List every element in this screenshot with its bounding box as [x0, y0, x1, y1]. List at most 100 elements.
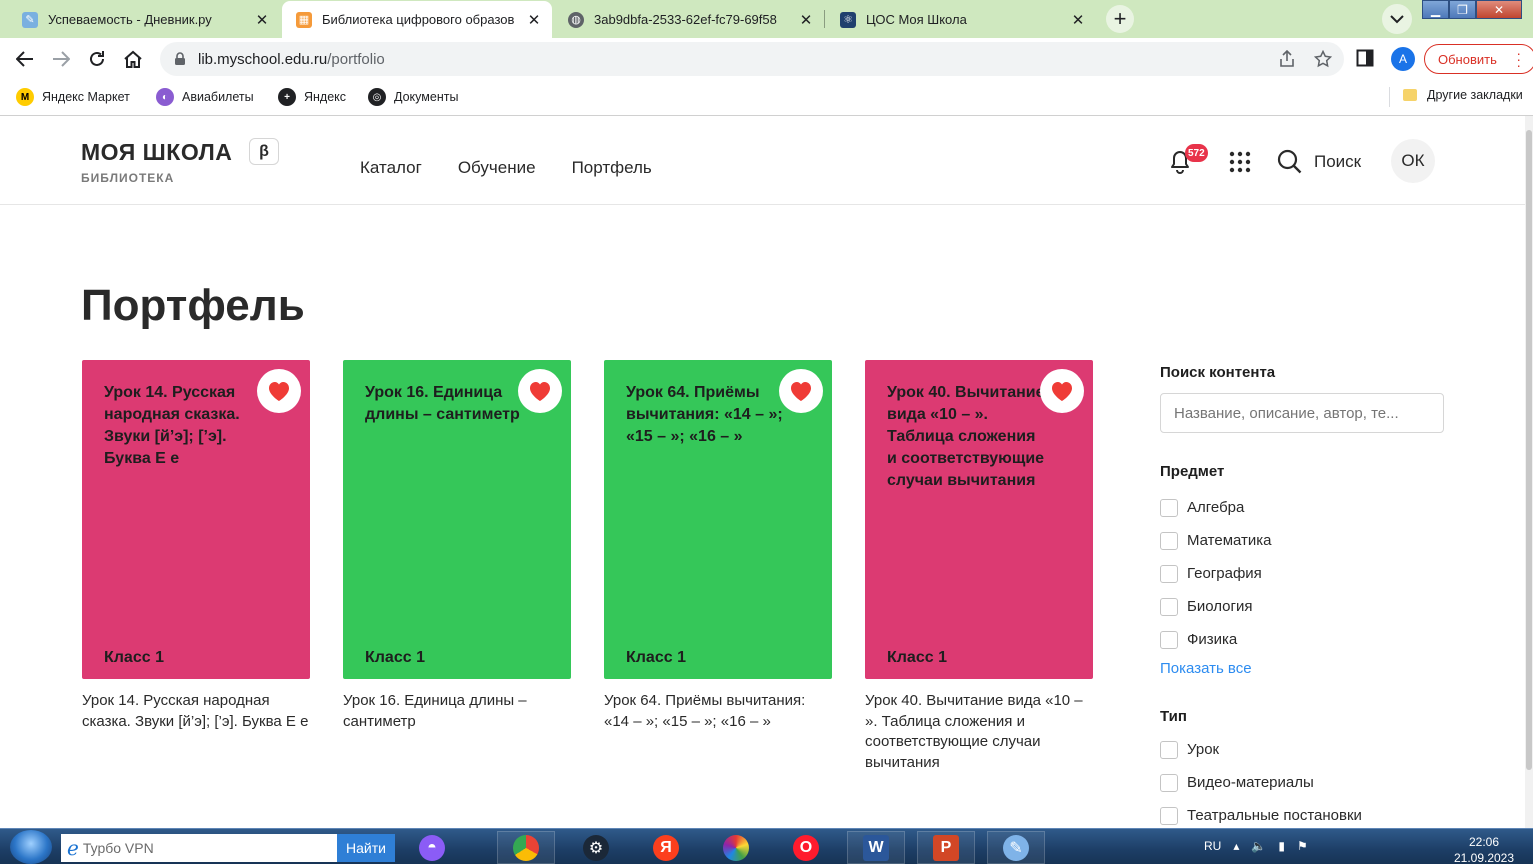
more-vert-icon[interactable]: · · · — [1516, 46, 1521, 72]
taskbar-yandex[interactable]: Я — [637, 831, 695, 864]
checkbox[interactable] — [1160, 564, 1178, 583]
new-tab-button[interactable]: + — [1106, 5, 1134, 33]
type-checkbox-lesson[interactable]: Урок — [1160, 733, 1444, 766]
taskbar-powerpoint[interactable]: P — [917, 831, 975, 864]
globe-icon: ◎ — [368, 88, 386, 106]
heart-icon — [1052, 382, 1072, 401]
nav-portfolio[interactable]: Портфель — [572, 158, 652, 178]
card-caption[interactable]: Урок 16. Единица длины – сантиметр — [343, 691, 571, 732]
subject-checkbox-physics[interactable]: Физика — [1160, 623, 1444, 656]
tab-cos[interactable]: ⚛ ЦОС Моя Школа ✕ — [826, 1, 1096, 38]
favorite-button[interactable] — [257, 369, 301, 413]
checkbox[interactable] — [1160, 531, 1178, 550]
tab-close-icon[interactable]: ✕ — [254, 11, 270, 29]
favorite-button[interactable] — [518, 369, 562, 413]
user-avatar[interactable]: ОК — [1391, 139, 1435, 183]
minimize-button[interactable]: ▁ — [1422, 0, 1449, 19]
language-indicator[interactable]: RU — [1204, 839, 1221, 853]
volume-icon[interactable]: 🔈 — [1251, 839, 1266, 853]
checkbox[interactable] — [1160, 806, 1178, 825]
content-search-input[interactable] — [1174, 404, 1430, 422]
card-caption[interactable]: Урок 40. Вычитание вида «10 – ». Таблица… — [865, 691, 1093, 773]
taskbar-search[interactable]: ℯ Турбо VPN — [61, 834, 337, 862]
apps-grid-icon[interactable] — [1229, 151, 1251, 173]
network-signal-icon[interactable]: ▮ — [1278, 839, 1285, 853]
taskbar-photos[interactable] — [707, 831, 765, 864]
back-button[interactable] — [13, 47, 37, 71]
checkbox[interactable] — [1160, 498, 1178, 517]
type-checkbox-video[interactable]: Видео-материалы — [1160, 766, 1444, 799]
card-cover-title: Урок 64. Приёмы вычитания: «14 – »; «15 … — [626, 384, 783, 445]
bookmarks-separator — [1389, 87, 1390, 107]
subject-checkbox-math[interactable]: Математика — [1160, 524, 1444, 557]
taskbar-chrome[interactable] — [497, 831, 555, 864]
checkbox[interactable] — [1160, 740, 1178, 759]
close-window-button[interactable]: ✕ — [1476, 0, 1522, 19]
home-button[interactable] — [121, 47, 145, 71]
tab-close-icon[interactable]: ✕ — [1070, 11, 1086, 29]
taskbar-word[interactable]: W — [847, 831, 905, 864]
portfolio-card[interactable]: Урок 40. Вычитание вида «10 – ». Таблица… — [865, 360, 1093, 773]
taskbar-alice[interactable]: ◓ — [403, 831, 461, 864]
globe-favicon-icon: ◍ — [568, 11, 584, 28]
card-cover[interactable]: Урок 14. Русская народная сказка. Звуки … — [82, 360, 310, 679]
subject-checkbox-geography[interactable]: География — [1160, 557, 1444, 590]
address-bar[interactable]: lib.myschool.edu.ru/portfolio — [160, 42, 1344, 76]
page-scrollbar[interactable] — [1525, 116, 1533, 828]
tab-uuid[interactable]: ◍ 3ab9dbfa-2533-62ef-fc79-69f58 ✕ — [554, 1, 824, 38]
card-caption[interactable]: Урок 64. Приёмы вычитания: «14 – »; «15 … — [604, 691, 832, 732]
portfolio-card[interactable]: Урок 64. Приёмы вычитания: «14 – »; «15 … — [604, 360, 832, 732]
favorite-button[interactable] — [779, 369, 823, 413]
tab-search-button[interactable] — [1382, 4, 1412, 34]
flag-icon[interactable]: ⚑ — [1297, 839, 1308, 853]
taskbar-steam[interactable]: ⚙ — [567, 831, 625, 864]
content-search-field[interactable] — [1160, 393, 1444, 433]
type-checkbox-theatre[interactable]: Театральные постановки — [1160, 799, 1444, 828]
tab-close-icon[interactable]: ✕ — [526, 11, 542, 29]
share-icon[interactable] — [1278, 50, 1296, 68]
card-cover[interactable]: Урок 40. Вычитание вида «10 – ». Таблица… — [865, 360, 1093, 679]
subject-checkbox-algebra[interactable]: Алгебра — [1160, 491, 1444, 524]
start-button[interactable] — [10, 830, 52, 864]
bookmark-yandex-market[interactable]: M Яндекс Маркет — [16, 88, 130, 106]
portfolio-card[interactable]: Урок 14. Русская народная сказка. Звуки … — [82, 360, 310, 732]
checkbox[interactable] — [1160, 597, 1178, 616]
header-search[interactable]: Поиск — [1277, 149, 1361, 174]
forward-button[interactable] — [49, 47, 73, 71]
reload-button[interactable] — [85, 47, 109, 71]
update-browser-button[interactable]: Обновить · · · — [1424, 44, 1533, 74]
taskbar-clock[interactable]: 22:06 21.09.2023 — [1452, 834, 1516, 864]
side-panel-button[interactable] — [1356, 49, 1374, 72]
tab-close-icon[interactable]: ✕ — [798, 11, 814, 29]
show-all-subjects-link[interactable]: Показать все — [1160, 660, 1444, 677]
tray-arrow-icon[interactable]: ▴ — [1233, 839, 1239, 853]
card-grade: Класс 1 — [104, 649, 164, 666]
card-cover[interactable]: Урок 64. Приёмы вычитания: «14 – »; «15 … — [604, 360, 832, 679]
beta-badge: β — [249, 138, 279, 165]
card-cover[interactable]: Урок 16. Единица длины – сантиметр Класс… — [343, 360, 571, 679]
taskbar-paint[interactable]: ✎ — [987, 831, 1045, 864]
site-logo[interactable]: МОЯ ШКОЛА — [81, 139, 232, 166]
tab-library[interactable]: ▦ Библиотека цифрового образов ✕ — [282, 1, 552, 38]
tab-dnevnik[interactable]: ✎ Успеваемость - Дневник.ру ✕ — [8, 1, 280, 38]
taskbar-opera[interactable]: O — [777, 831, 835, 864]
taskbar-find-button[interactable]: Найти — [337, 834, 395, 862]
checkbox[interactable] — [1160, 630, 1178, 649]
favorite-button[interactable] — [1040, 369, 1084, 413]
card-caption[interactable]: Урок 14. Русская народная сказка. Звуки … — [82, 691, 310, 732]
checkbox[interactable] — [1160, 773, 1178, 792]
profile-avatar[interactable]: A — [1391, 47, 1415, 71]
bookmark-documents[interactable]: ◎ Документы — [368, 88, 458, 106]
update-label: Обновить — [1438, 51, 1497, 67]
subject-checkbox-biology[interactable]: Биология — [1160, 590, 1444, 623]
maximize-button[interactable]: ❐ — [1449, 0, 1476, 19]
bookmark-star-icon[interactable] — [1314, 50, 1332, 68]
bookmark-yandex[interactable]: + Яндекс — [278, 88, 346, 106]
nav-catalog[interactable]: Каталог — [360, 158, 422, 178]
chevron-down-icon — [1390, 14, 1404, 23]
bookmark-aviatickets[interactable]: ◐ Авиабилеты — [156, 88, 254, 106]
portfolio-card[interactable]: Урок 16. Единица длины – сантиметр Класс… — [343, 360, 571, 732]
other-bookmarks[interactable]: Другие закладки — [1403, 88, 1523, 102]
scrollbar-thumb[interactable] — [1526, 130, 1532, 770]
nav-learning[interactable]: Обучение — [458, 158, 536, 178]
